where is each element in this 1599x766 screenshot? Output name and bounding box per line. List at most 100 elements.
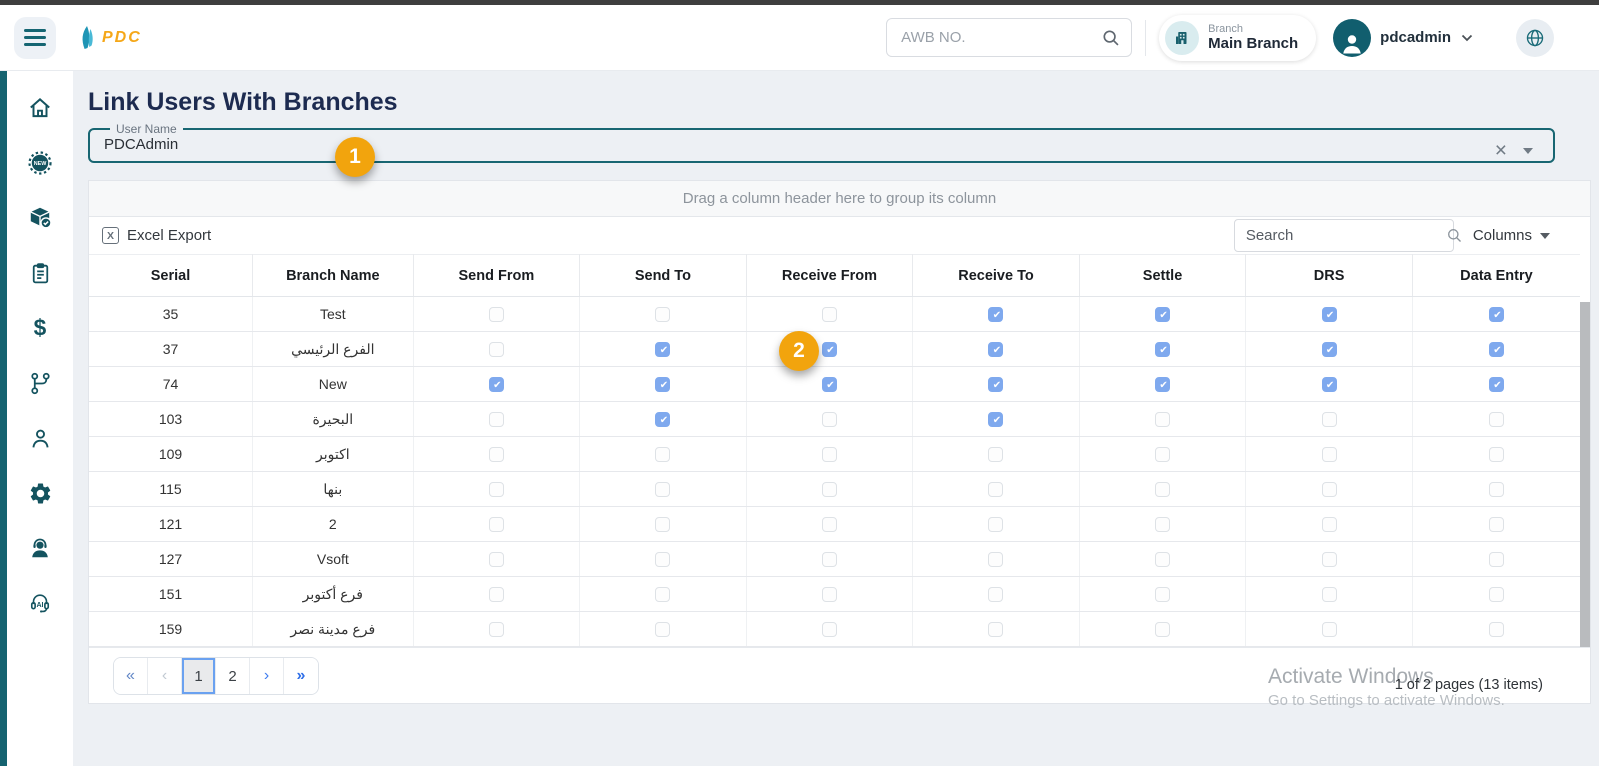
checkbox-data-entry-159[interactable] <box>1489 622 1504 637</box>
awb-search-icon[interactable] <box>1100 27 1122 49</box>
column-header-send-from[interactable]: Send From <box>413 255 580 297</box>
checkbox-data-entry-151[interactable] <box>1489 587 1504 602</box>
checkbox-receive-to-35[interactable] <box>988 307 1003 322</box>
pager-last-button[interactable]: » <box>284 658 318 694</box>
checkbox-send-from-151[interactable] <box>489 587 504 602</box>
menu-toggle-button[interactable] <box>14 17 56 59</box>
sidebar-item-ai-assistant[interactable]: AI <box>27 590 53 616</box>
checkbox-settle-74[interactable] <box>1155 377 1170 392</box>
column-header-send-to[interactable]: Send To <box>580 255 747 297</box>
column-header-serial[interactable]: Serial <box>89 255 253 297</box>
checkbox-receive-from-159[interactable] <box>822 622 837 637</box>
checkbox-data-entry-115[interactable] <box>1489 482 1504 497</box>
checkbox-receive-to-121[interactable] <box>988 517 1003 532</box>
pager-next-button[interactable]: › <box>250 658 284 694</box>
column-chooser-button[interactable]: Columns <box>1473 227 1550 244</box>
checkbox-drs-127[interactable] <box>1322 552 1337 567</box>
checkbox-receive-from-121[interactable] <box>822 517 837 532</box>
checkbox-receive-from-151[interactable] <box>822 587 837 602</box>
checkbox-drs-159[interactable] <box>1322 622 1337 637</box>
checkbox-send-to-121[interactable] <box>655 517 670 532</box>
user-menu[interactable]: pdcadmin <box>1333 19 1474 57</box>
grid-search-field[interactable] <box>1234 219 1454 252</box>
checkbox-drs-35[interactable] <box>1322 307 1337 322</box>
pager-first-button[interactable]: « <box>114 658 148 694</box>
checkbox-drs-151[interactable] <box>1322 587 1337 602</box>
checkbox-receive-from-115[interactable] <box>822 482 837 497</box>
excel-export-button[interactable]: X Excel Export <box>102 227 211 244</box>
vertical-scrollbar[interactable] <box>1580 302 1590 651</box>
checkbox-send-to-109[interactable] <box>655 447 670 462</box>
checkbox-receive-from-37[interactable] <box>822 342 837 357</box>
checkbox-send-to-35[interactable] <box>655 307 670 322</box>
pager-page-2[interactable]: 2 <box>216 658 250 694</box>
sidebar-item-manifests[interactable] <box>27 260 53 286</box>
checkbox-settle-103[interactable] <box>1155 412 1170 427</box>
column-header-drs[interactable]: DRS <box>1246 255 1413 297</box>
checkbox-settle-37[interactable] <box>1155 342 1170 357</box>
user-name-select[interactable]: User Name PDCAdmin × <box>88 122 1555 163</box>
checkbox-send-to-159[interactable] <box>655 622 670 637</box>
checkbox-settle-151[interactable] <box>1155 587 1170 602</box>
checkbox-receive-to-37[interactable] <box>988 342 1003 357</box>
awb-search-input[interactable] <box>901 29 1100 46</box>
checkbox-send-to-151[interactable] <box>655 587 670 602</box>
column-header-branch-name[interactable]: Branch Name <box>253 255 414 297</box>
checkbox-data-entry-35[interactable] <box>1489 307 1504 322</box>
checkbox-send-to-37[interactable] <box>655 342 670 357</box>
checkbox-receive-to-127[interactable] <box>988 552 1003 567</box>
checkbox-receive-to-151[interactable] <box>988 587 1003 602</box>
checkbox-receive-from-35[interactable] <box>822 307 837 322</box>
sidebar-item-settings[interactable] <box>27 480 53 506</box>
sidebar-item-home[interactable] <box>27 95 53 121</box>
checkbox-settle-115[interactable] <box>1155 482 1170 497</box>
checkbox-send-from-103[interactable] <box>489 412 504 427</box>
checkbox-settle-121[interactable] <box>1155 517 1170 532</box>
checkbox-receive-to-115[interactable] <box>988 482 1003 497</box>
pager-prev-button[interactable]: ‹ <box>148 658 182 694</box>
checkbox-data-entry-121[interactable] <box>1489 517 1504 532</box>
checkbox-drs-115[interactable] <box>1322 482 1337 497</box>
checkbox-receive-from-74[interactable] <box>822 377 837 392</box>
checkbox-send-to-127[interactable] <box>655 552 670 567</box>
branch-selector[interactable]: Branch Main Branch <box>1159 15 1316 61</box>
sidebar-item-integrations[interactable] <box>27 370 53 396</box>
checkbox-receive-to-159[interactable] <box>988 622 1003 637</box>
checkbox-send-from-121[interactable] <box>489 517 504 532</box>
checkbox-send-from-35[interactable] <box>489 307 504 322</box>
checkbox-receive-from-103[interactable] <box>822 412 837 427</box>
grid-search-input[interactable] <box>1246 227 1445 244</box>
checkbox-data-entry-109[interactable] <box>1489 447 1504 462</box>
column-header-data-entry[interactable]: Data Entry <box>1412 255 1580 297</box>
checkbox-send-to-103[interactable] <box>655 412 670 427</box>
checkbox-send-from-127[interactable] <box>489 552 504 567</box>
checkbox-send-to-115[interactable] <box>655 482 670 497</box>
language-globe-button[interactable] <box>1516 19 1554 57</box>
column-header-receive-from[interactable]: Receive From <box>746 255 913 297</box>
checkbox-drs-37[interactable] <box>1322 342 1337 357</box>
checkbox-drs-103[interactable] <box>1322 412 1337 427</box>
sidebar-item-support[interactable] <box>27 535 53 561</box>
column-header-settle[interactable]: Settle <box>1079 255 1246 297</box>
sidebar-item-shipments[interactable] <box>27 205 53 231</box>
checkbox-receive-from-127[interactable] <box>822 552 837 567</box>
checkbox-drs-109[interactable] <box>1322 447 1337 462</box>
checkbox-send-from-109[interactable] <box>489 447 504 462</box>
checkbox-receive-to-103[interactable] <box>988 412 1003 427</box>
sidebar-item-users[interactable] <box>27 425 53 451</box>
checkbox-drs-121[interactable] <box>1322 517 1337 532</box>
checkbox-send-from-159[interactable] <box>489 622 504 637</box>
checkbox-send-from-74[interactable] <box>489 377 504 392</box>
checkbox-settle-109[interactable] <box>1155 447 1170 462</box>
checkbox-send-from-37[interactable] <box>489 342 504 357</box>
checkbox-drs-74[interactable] <box>1322 377 1337 392</box>
checkbox-data-entry-74[interactable] <box>1489 377 1504 392</box>
checkbox-send-from-115[interactable] <box>489 482 504 497</box>
checkbox-settle-159[interactable] <box>1155 622 1170 637</box>
checkbox-settle-127[interactable] <box>1155 552 1170 567</box>
checkbox-receive-to-109[interactable] <box>988 447 1003 462</box>
checkbox-data-entry-103[interactable] <box>1489 412 1504 427</box>
column-header-receive-to[interactable]: Receive To <box>913 255 1080 297</box>
checkbox-data-entry-37[interactable] <box>1489 342 1504 357</box>
pager-page-1[interactable]: 1 <box>182 658 216 694</box>
